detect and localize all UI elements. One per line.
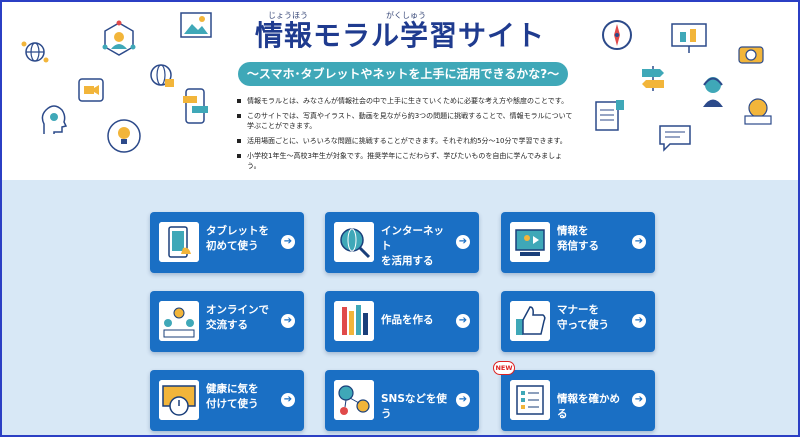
video-post-icon [510, 222, 550, 262]
arrow-right-icon: ➔ [281, 235, 295, 249]
card-follow-manners[interactable]: マナーを 守って使う ➔ [501, 291, 655, 352]
card-use-sns[interactable]: SNSなどを使う ➔ [325, 370, 479, 431]
signpost-icon [642, 66, 664, 91]
arrow-right-icon: ➔ [456, 235, 470, 249]
page-frame: じょうほう がくしゅう 情報モラル学習サイト ～スマホ･タブレットやネットを上手… [0, 0, 800, 437]
new-badge: NEW [493, 361, 515, 375]
card-label: オンラインで 交流する [206, 304, 269, 331]
pencils-icon [334, 301, 374, 341]
card-label: 情報を 発信する [557, 225, 599, 252]
arrow-right-icon: ➔ [632, 314, 646, 328]
document-stack-icon [595, 100, 624, 131]
thumbs-up-icon [510, 301, 550, 341]
arrow-right-icon: ➔ [456, 314, 470, 328]
arrow-right-icon: ➔ [632, 235, 646, 249]
head-gear-icon [41, 105, 68, 134]
intro-bullet: このサイトでは、写真やイラスト、動画を見ながら約3つの問題に挑戦することで、情報… [235, 111, 575, 131]
intro-list: 情報モラルとは、みなさんが情報社会の中で上手に生きていくために必要な考え方や態度… [235, 96, 575, 176]
category-grid: タブレットを 初めて使う ➔ インターネット を活用する ➔ 情報を 発信する … [2, 180, 798, 435]
subtitle-banner: ～スマホ･タブレットやネットを上手に活用できるかな?～ [238, 62, 568, 86]
smartphone-chat-icon [183, 88, 208, 124]
card-health-care[interactable]: 健康に気を 付けて使う ➔ [150, 370, 304, 431]
card-label: 作品を作る [381, 314, 434, 326]
card-online-exchange[interactable]: オンラインで 交流する ➔ [150, 291, 304, 352]
card-verify-information[interactable]: 情報を確かめる ➔ [501, 370, 655, 431]
arrow-right-icon: ➔ [632, 393, 646, 407]
card-tablet-first-use[interactable]: タブレットを 初めて使う ➔ [150, 212, 304, 273]
card-label: タブレットを 初めて使う [206, 225, 269, 252]
online-meeting-icon [159, 301, 199, 341]
card-label: 健康に気を 付けて使う [206, 383, 259, 410]
card-label: SNSなどを使う [381, 393, 447, 420]
card-label: 情報を確かめる [557, 393, 620, 420]
arrow-right-icon: ➔ [456, 393, 470, 407]
arrow-right-icon: ➔ [281, 314, 295, 328]
card-internet-use[interactable]: インターネット を活用する ➔ [325, 212, 479, 273]
card-create-works[interactable]: 作品を作る ➔ [325, 291, 479, 352]
intro-bullet: 活用場面ごとに、いろいろな問題に挑戦することができます。それぞれ約5分～10分で… [235, 136, 575, 146]
page-title: 情報モラル学習サイト [254, 19, 545, 52]
hero-section: じょうほう がくしゅう 情報モラル学習サイト ～スマホ･タブレットやネットを上手… [2, 2, 798, 180]
globe-keyboard-icon [744, 98, 772, 125]
globe-lock-icon [150, 64, 174, 87]
video-camera-icon [78, 78, 104, 102]
card-label: インターネット を活用する [381, 225, 444, 267]
intro-bullet: 小学校1年生～高校3年生が対象です。推奨学年にこだわらず、学びたいものを自由に学… [235, 151, 575, 171]
card-share-information[interactable]: 情報を 発信する ➔ [501, 212, 655, 273]
lightbulb-monitor-icon [107, 119, 141, 153]
intro-bullet: 情報モラルとは、みなさんが情報社会の中で上手に生きていくために必要な考え方や態度… [235, 96, 575, 106]
tablet-icon [159, 222, 199, 262]
monitor-timer-icon [159, 380, 199, 420]
card-label: マナーを 守って使う [557, 304, 609, 331]
globe-magnifier-icon [334, 222, 374, 262]
sns-network-icon [334, 380, 374, 420]
headset-person-icon [703, 77, 723, 107]
chat-bubble-icon [659, 125, 691, 152]
check-document-icon [510, 380, 550, 420]
arrow-right-icon: ➔ [281, 393, 295, 407]
